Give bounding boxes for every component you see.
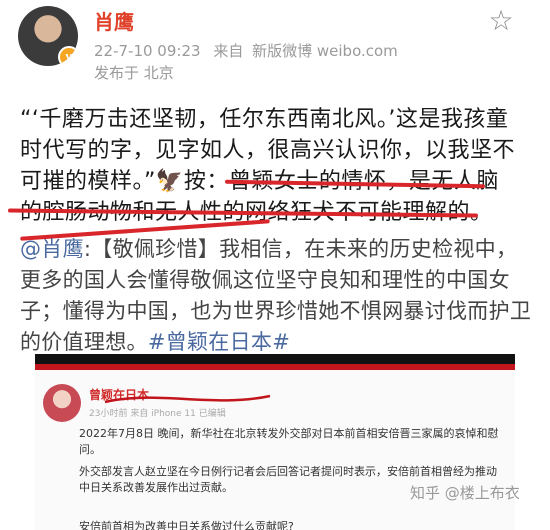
quote-line-2: 时代写的字，见字如人，很高兴认识你，以我坚不 [20, 138, 516, 163]
note-prefix: 按： [183, 169, 229, 194]
repost-text: @肖鹰:【敬佩珍惜】我相信，在未来的历史检视中，更多的国人会懂得敬佩这位坚守良知… [20, 234, 532, 358]
post-timestamp: 22-7-10 09:23 [94, 42, 201, 60]
post-meta: 22-7-10 09:23 来自 新版微博 weibo.com [94, 40, 398, 61]
weibo-post-card: v 肖鹰 22-7-10 09:23 来自 新版微博 weibo.com 发布于… [0, 0, 550, 530]
embedded-avatar [43, 384, 81, 422]
embedded-question: 安倍前首相为改善中日关系做过什么贡献呢? [79, 520, 294, 530]
author-avatar[interactable]: v [18, 6, 78, 66]
source-prefix: 来自 [213, 42, 244, 60]
star-outline-icon[interactable]: ☆ [486, 6, 516, 36]
verified-badge-icon: v [58, 46, 78, 66]
red-scribble [104, 394, 271, 404]
repost-hashtag[interactable]: #曾颖在日本# [148, 330, 290, 354]
author-name[interactable]: 肖鹰 [94, 6, 134, 35]
divider-bar [35, 354, 515, 370]
quote-line-3-text: 可摧的模样。” [20, 169, 156, 194]
embedded-screenshot: 曾颖在日本 23小时前 来自 iPhone 11 已编辑 2022年7月8日 晚… [35, 370, 515, 530]
post-location: 发布于 北京 [94, 64, 174, 82]
embedded-paragraph-1: 2022年7月8日 晚间，新华社在北京转发外交部对日本前首相安倍晋三家属的哀悼和… [79, 427, 499, 456]
zhihu-watermark: 知乎 @楼上布衣 [410, 484, 520, 502]
repost-mention[interactable]: @肖鹰 [20, 237, 84, 261]
quote-line-1: “‘千磨万击还坚韧，任尔东西南北风。’这是我孩童 [20, 107, 509, 132]
post-source[interactable]: 新版微博 weibo.com [252, 42, 398, 60]
eagle-icon: 🦅 [155, 169, 184, 194]
